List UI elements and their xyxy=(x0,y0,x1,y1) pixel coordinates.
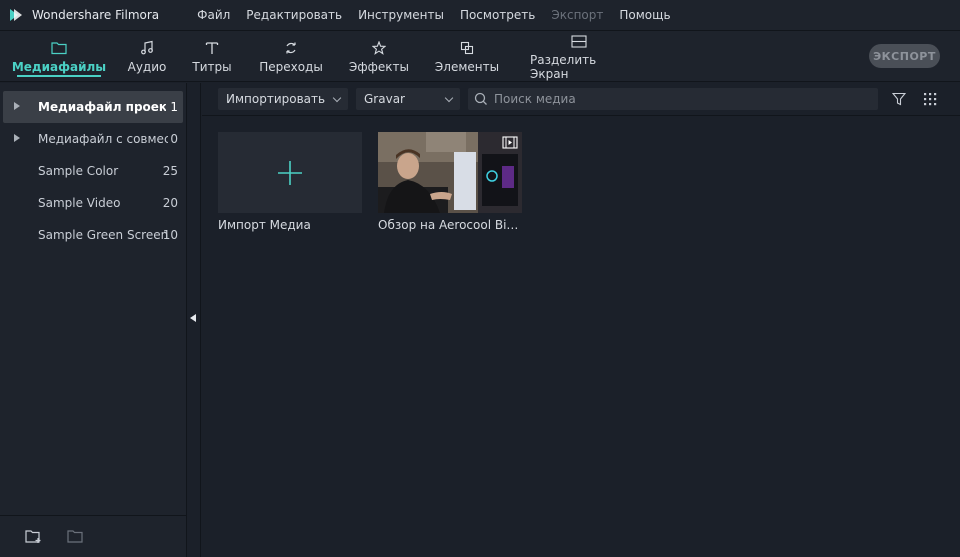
record-dropdown[interactable]: Gravar xyxy=(356,88,460,110)
sidebar-item-sample-color[interactable]: Sample Color 25 xyxy=(0,155,186,187)
folder-icon xyxy=(51,39,67,57)
tab-media[interactable]: Медиафайлы xyxy=(12,31,106,82)
filmora-logo-icon xyxy=(8,7,24,23)
sidebar-item-sample-video[interactable]: Sample Video 20 xyxy=(0,187,186,219)
sidebar-footer xyxy=(0,515,186,557)
import-dropdown[interactable]: Импортировать xyxy=(218,88,348,110)
import-media-card[interactable]: Импорт Медиа xyxy=(218,132,362,232)
menu-view[interactable]: Посмотреть xyxy=(452,0,543,31)
split-screen-icon xyxy=(571,32,587,50)
collapse-left-icon[interactable] xyxy=(190,314,196,322)
media-item-label: Импорт Медиа xyxy=(218,218,311,232)
menu-bar: Файл Редактировать Инструменты Посмотрет… xyxy=(189,0,678,31)
tab-audio[interactable]: Аудио xyxy=(126,31,168,82)
tab-split-screen[interactable]: Разделить Экран xyxy=(530,31,628,82)
chevron-down-icon xyxy=(444,93,454,103)
tab-audio-label: Аудио xyxy=(127,60,167,74)
menu-tools[interactable]: Инструменты xyxy=(350,0,452,31)
chevron-down-icon xyxy=(332,93,342,103)
app-title: Wondershare Filmora xyxy=(32,8,160,22)
import-dropdown-label: Импортировать xyxy=(226,92,326,106)
media-toolbar: Импортировать Gravar xyxy=(202,83,960,116)
expand-caret-icon[interactable] xyxy=(14,134,20,142)
video-frame-image xyxy=(378,132,522,213)
menu-file[interactable]: Файл xyxy=(189,0,238,31)
new-folder-icon[interactable] xyxy=(25,529,43,545)
export-button[interactable]: ЭКСПОРТ xyxy=(869,44,940,68)
sidebar-item-shared-media[interactable]: Медиафайл с совместн 0 xyxy=(0,123,186,155)
elements-icon xyxy=(460,39,474,57)
search-box[interactable] xyxy=(468,88,878,110)
sidebar-item-label: Медиафайл проекта xyxy=(38,100,166,114)
tab-titles[interactable]: Титры xyxy=(192,31,232,82)
text-icon xyxy=(205,39,219,57)
effects-star-icon xyxy=(372,39,386,57)
search-icon xyxy=(474,92,488,106)
sidebar-item-sample-green-screen[interactable]: Sample Green Screen 10 xyxy=(0,219,186,251)
menu-edit[interactable]: Редактировать xyxy=(238,0,350,31)
import-media-thumbnail[interactable] xyxy=(218,132,362,213)
tab-titles-label: Титры xyxy=(192,60,232,74)
sidebar-collapse-handle[interactable] xyxy=(188,83,201,557)
record-dropdown-label: Gravar xyxy=(364,92,405,106)
tab-effects[interactable]: Эффекты xyxy=(349,31,409,82)
plus-icon xyxy=(278,161,302,185)
folder-outline-icon[interactable] xyxy=(67,529,85,545)
video-media-card[interactable]: Обзор на Aerocool Bionic xyxy=(378,132,522,232)
main-toolbar: Медиафайлы Аудио Титры Переходы Эффекты … xyxy=(0,31,960,82)
menu-help[interactable]: Помощь xyxy=(611,0,678,31)
sidebar-item-project-media[interactable]: Медиафайл проекта 1 xyxy=(3,91,183,123)
title-bar: Wondershare Filmora Файл Редактировать И… xyxy=(0,0,960,31)
tab-elements[interactable]: Элементы xyxy=(434,31,500,82)
media-library-sidebar: Медиафайл проекта 1 Медиафайл с совместн… xyxy=(0,83,187,557)
sidebar-item-label: Sample Video xyxy=(38,196,121,210)
sidebar-item-count: 25 xyxy=(162,164,178,178)
music-note-icon xyxy=(139,39,155,57)
search-input[interactable] xyxy=(494,92,864,106)
film-strip-icon xyxy=(502,136,518,152)
tab-effects-label: Эффекты xyxy=(349,60,409,74)
sidebar-item-count: 1 xyxy=(170,100,178,114)
expand-caret-icon[interactable] xyxy=(14,102,20,110)
tab-transitions[interactable]: Переходы xyxy=(259,31,323,82)
tab-media-label: Медиафайлы xyxy=(11,60,107,74)
menu-export: Экспорт xyxy=(551,7,604,22)
transition-icon xyxy=(284,39,298,57)
media-panel: Импортировать Gravar Поиск медиа Импорт … xyxy=(202,83,960,557)
filter-icon[interactable] xyxy=(891,91,907,107)
grid-view-icon[interactable] xyxy=(922,91,938,107)
tab-split-screen-label: Разделить Экран xyxy=(530,53,597,81)
tab-transitions-label: Переходы xyxy=(259,60,323,74)
sidebar-item-count: 20 xyxy=(162,196,178,210)
sidebar-item-label: Медиафайл с совместн xyxy=(38,132,168,146)
sidebar-item-count: 0 xyxy=(170,132,178,146)
tab-elements-label: Элементы xyxy=(434,60,500,74)
sidebar-item-label: Sample Green Screen xyxy=(38,228,168,242)
media-item-label: Обзор на Aerocool Bionic xyxy=(378,218,522,232)
sidebar-item-label: Sample Color xyxy=(38,164,119,178)
sidebar-item-count: 10 xyxy=(162,228,178,242)
video-thumbnail[interactable] xyxy=(378,132,522,213)
